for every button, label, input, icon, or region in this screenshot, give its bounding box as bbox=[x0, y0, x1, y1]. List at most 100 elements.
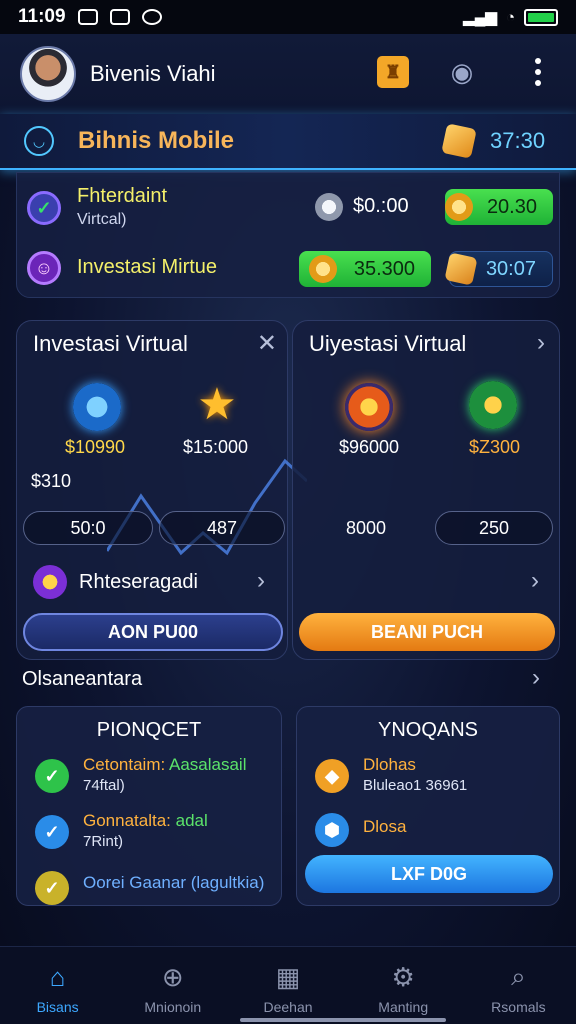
item-text: Dlohas bbox=[363, 755, 416, 774]
check-badge-icon: ✓ bbox=[27, 191, 61, 225]
nav-item-chart[interactable]: ▦ Deehan bbox=[230, 947, 345, 1024]
left-action-button[interactable]: AON PU00 bbox=[23, 613, 283, 651]
panel-title: Investasi Virtual bbox=[33, 331, 188, 356]
shield-icon: ⬢ bbox=[315, 813, 349, 847]
item-text: Oorei Gaanar (lagultkia) bbox=[83, 873, 265, 892]
home-icon: ⌂ bbox=[49, 961, 66, 992]
item-value: $Z300 bbox=[469, 437, 521, 457]
home-indicator bbox=[240, 1018, 446, 1022]
list-item[interactable]: ✓ Oorei Gaanar (lagultkia) bbox=[35, 867, 275, 917]
right-action-button[interactable]: BEANI PUCH bbox=[299, 613, 555, 651]
crown-icon[interactable]: ♜ bbox=[377, 56, 409, 88]
brand-bar: ◡ Bihnis Mobile 37:30 bbox=[0, 114, 576, 170]
brand-value: 37:30 bbox=[490, 128, 546, 153]
blue-gem-icon[interactable] bbox=[73, 383, 121, 431]
chevron-right-icon[interactable]: › bbox=[532, 664, 540, 692]
button-label: AON PU00 bbox=[107, 621, 199, 642]
gold-coin-icon bbox=[309, 255, 337, 283]
wallet-card: ✓ Fhterdaint Virtcal) $0.:00 20.30 ☺ Inv… bbox=[16, 172, 560, 298]
nav-item-settings[interactable]: ⚙ Manting bbox=[346, 947, 461, 1024]
side-value: $310 bbox=[31, 471, 72, 491]
silver-coin-icon bbox=[315, 193, 343, 221]
wallet-row-1[interactable]: ✓ Fhterdaint Virtcal) $0.:00 20.30 bbox=[17, 179, 561, 235]
star-icon[interactable]: ★ bbox=[193, 381, 241, 429]
chevron-right-icon[interactable]: › bbox=[537, 329, 545, 357]
item-text: Dlosa bbox=[363, 817, 407, 836]
nav-label: Deehan bbox=[263, 999, 313, 1015]
nav-item-search[interactable]: ⌕ Rsomals bbox=[461, 947, 576, 1024]
check-icon: ✓ bbox=[35, 759, 69, 793]
sim-icon bbox=[109, 9, 130, 25]
brand-title: Bihnis Mobile bbox=[78, 127, 234, 154]
status-time: 11:09 bbox=[18, 6, 66, 27]
list-item[interactable]: ◆ Dlohas Bluleao1 36961 bbox=[315, 755, 555, 805]
item-subtext: 7Rint) bbox=[83, 833, 124, 850]
button-label: LXF D0G bbox=[390, 863, 467, 884]
smile-icon[interactable]: ◡ bbox=[24, 126, 54, 156]
nav-label: Bisans bbox=[36, 999, 79, 1015]
green-star-gem-icon[interactable] bbox=[469, 381, 517, 429]
silver-value: $0.:00 bbox=[353, 195, 409, 217]
chevron-right-icon[interactable]: › bbox=[257, 567, 265, 595]
card-title: YNOQANS bbox=[377, 719, 479, 741]
item-subtext: Bluleao1 36961 bbox=[363, 777, 468, 794]
message-icon bbox=[77, 9, 98, 25]
amount-field[interactable]: 487 bbox=[159, 511, 285, 545]
nav-item-download[interactable]: ⊕ Mnionoin bbox=[115, 947, 230, 1024]
nav-label: Mnionoin bbox=[144, 999, 202, 1015]
battery-icon bbox=[524, 8, 558, 26]
invest-panel-right: Uiyestasi Virtual › $96000 $Z300 8000 25… bbox=[292, 320, 560, 660]
bottom-nav: ⌂ Bisans ⊕ Mnionoin ▦ Deehan ⚙ Manting ⌕… bbox=[0, 946, 576, 1024]
amount-field[interactable]: 8000 bbox=[301, 511, 431, 545]
list-item[interactable]: ✓ Cetontaim: Aasalasail 74ftal) bbox=[35, 755, 275, 805]
more-icon[interactable] bbox=[526, 52, 550, 92]
amount-field[interactable]: 250 bbox=[435, 511, 553, 545]
wallet-row-title: Investasi Mirtue bbox=[77, 256, 218, 278]
avatar[interactable] bbox=[20, 46, 76, 102]
sync-icon bbox=[141, 9, 162, 25]
wallet-row-title: Fhterdaint bbox=[77, 185, 168, 207]
panel-link[interactable]: Rhteseragadi bbox=[79, 571, 198, 594]
nav-label: Manting bbox=[378, 999, 429, 1015]
purple-badge-icon: ☺ bbox=[27, 251, 61, 285]
item-subtext: 74ftal) bbox=[83, 777, 125, 794]
panel-title: Uiyestasi Virtual bbox=[309, 331, 467, 356]
nav-item-home[interactable]: ⌂ Bisans bbox=[0, 947, 115, 1024]
chart-icon: ▦ bbox=[275, 961, 301, 992]
list-item[interactable]: ✓ Gonnatalta: adal 7Rint) bbox=[35, 811, 275, 861]
card-left: PIONQCET ✓ Cetontaim: Aasalasail 74ftal)… bbox=[16, 706, 282, 906]
chevron-right-icon[interactable]: › bbox=[531, 567, 539, 595]
card-title: PIONQCET bbox=[96, 719, 202, 741]
download-icon: ⊕ bbox=[161, 961, 184, 992]
check-icon: ✓ bbox=[35, 815, 69, 849]
amount-field[interactable]: 50:0 bbox=[23, 511, 153, 545]
check-icon: ✓ bbox=[35, 871, 69, 905]
wifi-icon: ◔ bbox=[505, 8, 515, 26]
invest-panel-left: Investasi Virtual ✕ ★ $10990 $15:000 $31… bbox=[16, 320, 307, 660]
item-value: $96000 bbox=[339, 437, 400, 457]
nav-label: Rsomals bbox=[491, 999, 546, 1015]
gold-cube-icon bbox=[444, 252, 478, 286]
card-right: YNOQANS ◆ Dlohas Bluleao1 36961 ⬢ Dlosa … bbox=[296, 706, 560, 906]
button-label: BEANI PUCH bbox=[370, 621, 483, 642]
search-icon: ⌕ bbox=[511, 961, 526, 991]
header-title: Bivenis Viahi bbox=[90, 61, 216, 86]
status-bar: 11:09 ▂▄▆ ◔ bbox=[0, 0, 576, 34]
coin-icon: ◆ bbox=[315, 759, 349, 793]
card-action-button[interactable]: LXF D0G bbox=[305, 855, 553, 893]
fire-gem-icon[interactable] bbox=[345, 383, 393, 431]
section-title: Olsaneantara bbox=[22, 668, 143, 690]
settings-icon: ⚙ bbox=[391, 961, 415, 992]
profile-icon[interactable]: ◉ bbox=[444, 54, 480, 90]
wallet-row-subtitle: Virtcal) bbox=[77, 211, 127, 228]
green-balance-value: 35.300 bbox=[353, 257, 415, 280]
close-icon[interactable]: ✕ bbox=[257, 329, 277, 358]
item-text: Cetontaim: Aasalasail bbox=[83, 755, 247, 774]
item-text: Gonnatalta: adal bbox=[83, 811, 208, 830]
signal-icon: ▂▄▆ bbox=[463, 9, 497, 26]
gold-cube-icon bbox=[441, 123, 477, 159]
medal-icon bbox=[33, 565, 67, 599]
wallet-row-2[interactable]: ☺ Investasi Mirtue 35.300 30:07 bbox=[17, 239, 561, 295]
green-balance-value: 20.30 bbox=[486, 195, 537, 218]
list-item[interactable]: ⬢ Dlosa bbox=[315, 809, 555, 859]
